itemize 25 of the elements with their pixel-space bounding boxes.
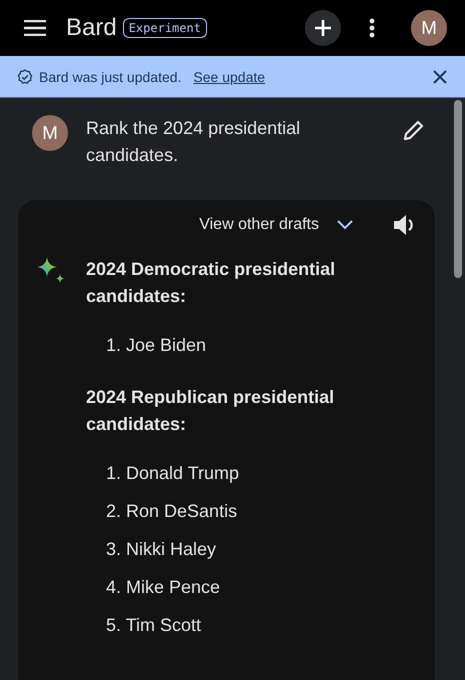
app-title: Bard [66,14,117,42]
candidate-item: 1. Joe Biden [106,334,208,357]
see-update-link[interactable]: See update [193,68,266,84]
user-avatar: M [32,115,68,151]
scrollbar[interactable] [454,100,462,278]
view-drafts-button[interactable]: View other drafts [199,216,353,234]
candidate-item: 2. Ron DeSantis [106,500,238,523]
chevron-down-icon [337,220,353,230]
candidate-item: 1. Donald Trump [106,462,240,485]
more-options-icon[interactable] [369,18,375,38]
user-avatar[interactable]: M [411,10,447,46]
edit-icon[interactable] [403,119,425,141]
experiment-badge: Experiment [122,18,207,38]
new-chat-button[interactable] [305,10,341,46]
banner-message: Bard was just updated. [39,68,182,84]
menu-icon[interactable] [24,20,46,36]
prompt-text: Rank the 2024 presidential candidates. [86,117,302,167]
plus-icon [314,19,332,37]
section-heading: 2024 Republican presidential candidates: [86,386,336,436]
verified-badge-icon [17,68,33,84]
section-heading: 2024 Democratic presidential candidates: [86,258,336,308]
candidate-item: 5. Tim Scott [106,614,202,637]
candidate-item: 3. Nikki Haley [106,538,218,561]
candidate-item: 4. Mike Pence [106,576,222,599]
close-icon[interactable] [433,70,447,84]
